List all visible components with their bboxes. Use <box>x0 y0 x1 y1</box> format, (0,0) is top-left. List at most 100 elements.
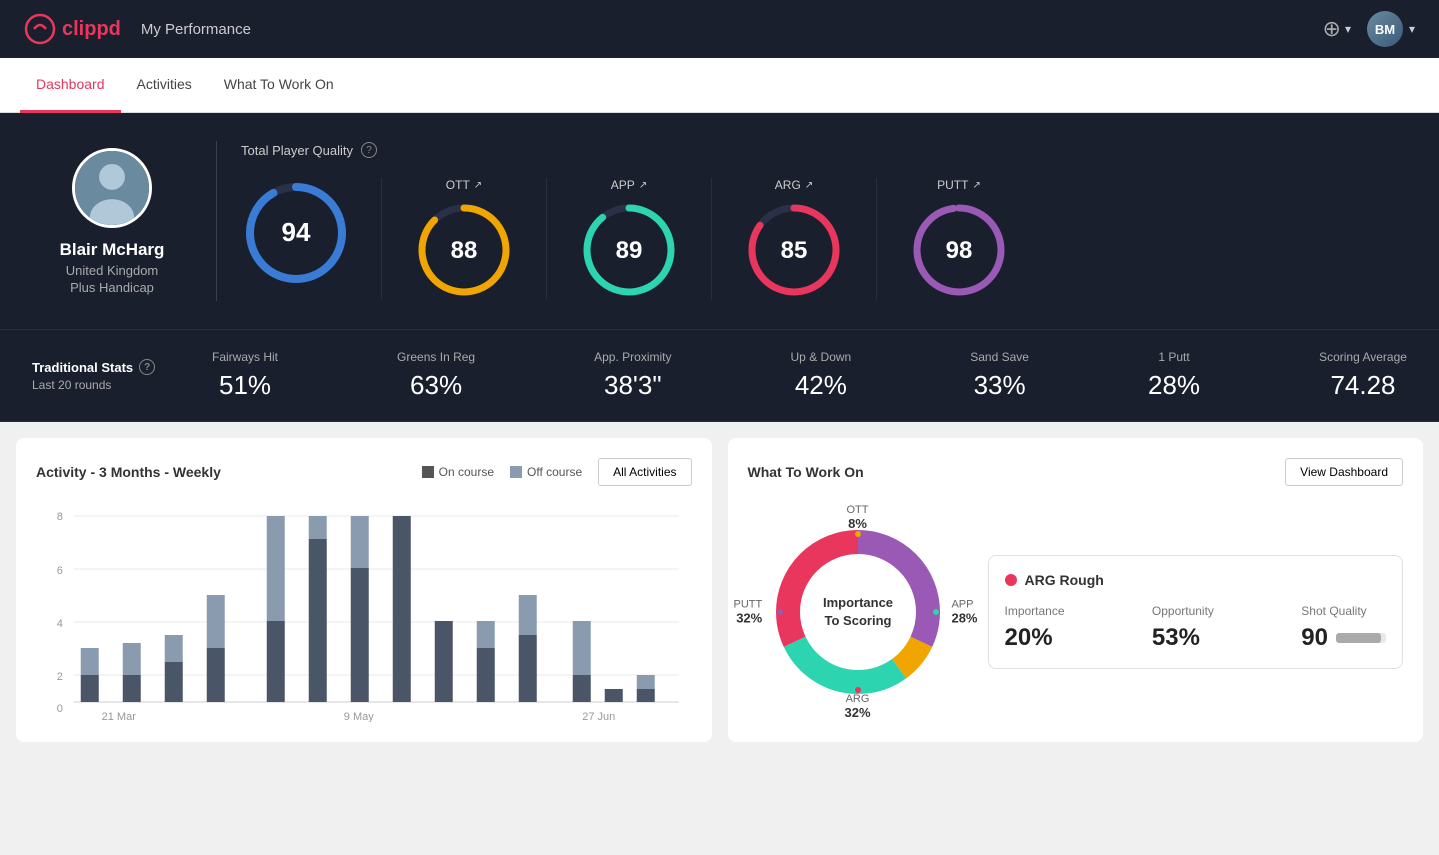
legend-off-course-dot <box>510 466 522 478</box>
all-activities-button[interactable]: All Activities <box>598 458 691 486</box>
x-label-may: 9 May <box>344 711 374 722</box>
bar-4-off <box>207 595 225 648</box>
stats-row: Traditional Stats ? Last 20 rounds Fairw… <box>0 330 1439 422</box>
gauge-app-label: APP ↗ <box>611 178 647 192</box>
app-label: APP 28% <box>951 599 977 626</box>
bar-6-on <box>309 539 327 702</box>
info-card-header: ARG Rough <box>1005 572 1387 588</box>
bar-5-on <box>267 621 285 702</box>
add-button[interactable]: ⊕ ▾ <box>1323 16 1351 42</box>
add-chevron-icon: ▾ <box>1345 22 1351 36</box>
gauge-putt-circle: 98 <box>909 200 1009 300</box>
y-label-4: 4 <box>57 618 63 630</box>
activity-controls: On course Off course All Activities <box>422 458 692 486</box>
svg-text:88: 88 <box>451 237 478 264</box>
bar-3-on <box>165 662 183 702</box>
bar-5-off <box>267 516 285 621</box>
stat-oneputt: 1 Putt 28% <box>1148 350 1200 401</box>
activity-legend: On course Off course <box>422 465 583 479</box>
app-label-text: APP <box>951 599 977 611</box>
hero-divider <box>216 141 217 301</box>
legend-on-course: On course <box>422 465 494 479</box>
header-title: My Performance <box>141 21 251 38</box>
player-avatar-img <box>75 151 149 225</box>
legend-off-course: Off course <box>510 465 582 479</box>
donut-putt-dot <box>777 609 783 615</box>
info-card-title: ARG Rough <box>1025 572 1104 588</box>
gauge-ott: OTT ↗ 88 <box>382 178 547 300</box>
y-label-8: 8 <box>57 511 63 523</box>
tabs: Dashboard Activities What To Work On <box>0 58 1439 113</box>
arg-pct: 32% <box>844 705 870 720</box>
wtwon-card: What To Work On View Dashboard <box>728 438 1424 742</box>
putt-label: PUTT 32% <box>734 599 763 626</box>
svg-text:89: 89 <box>616 237 643 264</box>
avatar[interactable]: BM <box>1367 11 1403 47</box>
tab-activities[interactable]: Activities <box>121 58 208 113</box>
quality-title: Total Player Quality <box>241 143 353 158</box>
y-label-0: 0 <box>57 703 63 715</box>
x-label-mar: 21 Mar <box>102 711 137 722</box>
ott-label-text: OTT <box>847 504 869 516</box>
player-avatar-svg <box>75 148 149 228</box>
stats-label: Traditional Stats ? Last 20 rounds <box>32 359 212 392</box>
player-country: United Kingdom <box>66 263 159 278</box>
putt-label-text: PUTT <box>734 599 763 611</box>
gauge-main-svg: 94 <box>241 178 351 288</box>
gauge-app: APP ↗ 89 <box>547 178 712 300</box>
player-handicap: Plus Handicap <box>70 280 154 295</box>
tab-what-to-work-on[interactable]: What To Work On <box>208 58 350 113</box>
bar-1-off <box>81 648 99 675</box>
gauge-ott-label: OTT ↗ <box>446 178 482 192</box>
bottom-section: Activity - 3 Months - Weekly On course O… <box>0 422 1439 758</box>
putt-arrow-icon: ↗ <box>972 180 980 191</box>
bar-12-on <box>573 675 591 702</box>
view-dashboard-button[interactable]: View Dashboard <box>1285 458 1403 486</box>
svg-text:85: 85 <box>781 237 808 264</box>
donut-center-2: To Scoring <box>824 613 891 628</box>
wtwon-header: What To Work On View Dashboard <box>748 458 1404 486</box>
gauge-arg-svg: 85 <box>744 200 844 300</box>
bar-6-off <box>309 516 327 539</box>
svg-text:94: 94 <box>282 217 311 247</box>
stat-proximity: App. Proximity 38'3" <box>594 350 671 401</box>
player-avatar <box>72 148 152 228</box>
gauge-arg: ARG ↗ 85 <box>712 178 877 300</box>
hero-section: Blair McHarg United Kingdom Plus Handica… <box>0 113 1439 330</box>
stat-fairways: Fairways Hit 51% <box>212 350 278 401</box>
gauge-app-svg: 89 <box>579 200 679 300</box>
bar-2-on <box>123 675 141 702</box>
bar-10-off <box>477 621 495 648</box>
stats-items: Fairways Hit 51% Greens In Reg 63% App. … <box>212 350 1407 401</box>
quality-header: Total Player Quality ? <box>241 142 1407 158</box>
shot-quality-fill <box>1336 633 1381 643</box>
user-menu[interactable]: BM ▾ <box>1367 11 1415 47</box>
shot-quality-row: 90 <box>1301 624 1386 652</box>
stats-help-icon[interactable]: ? <box>139 359 155 375</box>
activity-title: Activity - 3 Months - Weekly <box>36 464 221 480</box>
shot-quality-bar <box>1336 633 1386 643</box>
ott-arrow-icon: ↗ <box>474 180 482 191</box>
bar-7-off <box>351 516 369 568</box>
logo-text: clippd <box>62 18 121 41</box>
arg-label: ARG 32% <box>844 693 870 720</box>
user-chevron-icon: ▾ <box>1409 22 1415 36</box>
bar-1-on <box>81 675 99 702</box>
info-metrics: Importance 20% Opportunity 53% Shot Qual… <box>1005 604 1387 652</box>
header-left: clippd My Performance <box>24 13 251 45</box>
gauge-ott-circle: 88 <box>414 200 514 300</box>
logo[interactable]: clippd <box>24 13 121 45</box>
bar-7-on <box>351 568 369 702</box>
putt-pct: 32% <box>734 611 763 626</box>
activity-header: Activity - 3 Months - Weekly On course O… <box>36 458 692 486</box>
avatar-img: BM <box>1367 11 1403 47</box>
player-info: Blair McHarg United Kingdom Plus Handica… <box>32 148 192 295</box>
bar-14-on <box>637 689 655 702</box>
stat-greens: Greens In Reg 63% <box>397 350 475 401</box>
app-pct: 28% <box>951 611 977 626</box>
donut-ott-dot <box>855 531 861 537</box>
tab-dashboard[interactable]: Dashboard <box>20 58 121 113</box>
quality-help-icon[interactable]: ? <box>361 142 377 158</box>
logo-icon <box>24 13 56 45</box>
gauge-putt-svg: 98 <box>909 200 1009 300</box>
